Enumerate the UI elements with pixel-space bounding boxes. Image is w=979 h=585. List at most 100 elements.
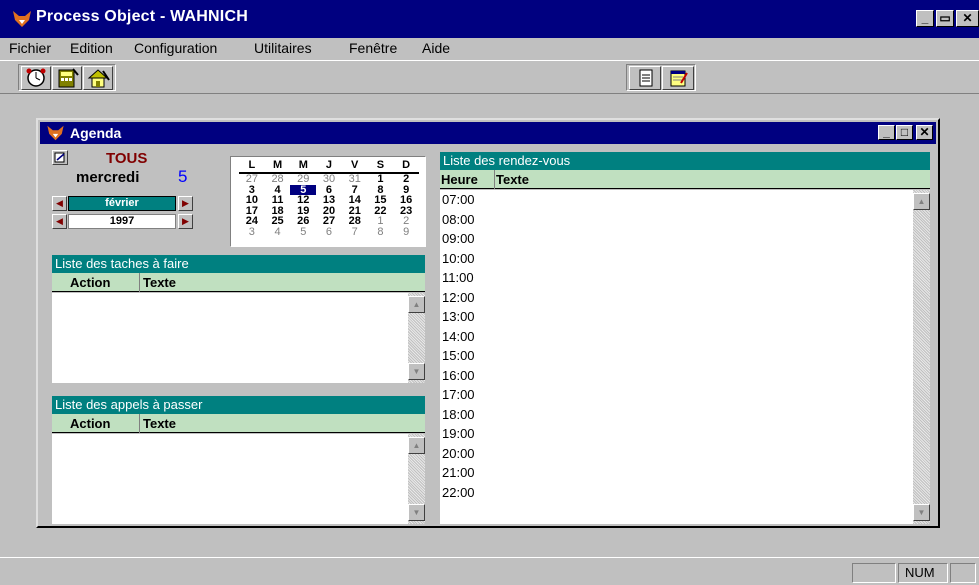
menu-utilitaires[interactable]: Utilitaires (254, 40, 312, 56)
scroll-down-arrow-icon[interactable]: ▼ (408, 504, 425, 521)
agenda-maximize-button[interactable]: □ (896, 125, 913, 140)
appointment-hour-row[interactable]: 17:00 (442, 385, 475, 404)
appointment-hour-row[interactable]: 07:00 (442, 190, 475, 209)
agenda-title: Agenda (70, 125, 122, 141)
calendar-day[interactable]: 8 (368, 226, 394, 238)
calendar-day[interactable]: 2 (393, 216, 419, 227)
menu-fenetre[interactable]: Fenêtre (349, 40, 397, 56)
calendar-day[interactable]: 28 (342, 216, 368, 227)
edit-icon (54, 152, 65, 163)
tasks-list[interactable]: ▲ ▼ (52, 293, 425, 383)
appointment-hour-row[interactable]: 12:00 (442, 288, 475, 307)
appointment-hour-row[interactable]: 16:00 (442, 366, 475, 385)
calendar-day[interactable]: 24 (239, 216, 265, 227)
appointment-hour-row[interactable]: 18:00 (442, 405, 475, 424)
appointment-hour-row[interactable]: 20:00 (442, 444, 475, 463)
calendar-day[interactable]: 12 (290, 195, 316, 206)
calendar-day[interactable]: 14 (342, 195, 368, 206)
calendar-day[interactable]: 25 (265, 216, 291, 227)
calendar-day[interactable]: 4 (265, 226, 291, 238)
edit-filter-button[interactable] (52, 150, 68, 165)
calendar-day[interactable]: 6 (316, 226, 342, 238)
notepad-icon[interactable] (662, 66, 694, 90)
appointment-hour-row[interactable]: 13:00 (442, 307, 475, 326)
calendar-day[interactable]: 27 (316, 216, 342, 227)
next-month-button[interactable]: ▶ (178, 196, 193, 211)
tasks-col-text[interactable]: Texte (143, 273, 176, 292)
calendar-day[interactable]: 15 (368, 195, 394, 206)
calls-scrollbar[interactable]: ▲ ▼ (408, 434, 425, 524)
prev-month-button[interactable]: ◀ (52, 196, 67, 211)
appointment-hour-row[interactable]: 21:00 (442, 463, 475, 482)
status-num-indicator: NUM (898, 563, 948, 583)
appointment-hour-row[interactable]: 09:00 (442, 229, 475, 248)
calendar-day[interactable]: 9 (393, 226, 419, 238)
calls-list[interactable]: ▲ ▼ (52, 434, 425, 524)
tasks-scrollbar[interactable]: ▲ ▼ (408, 293, 425, 383)
appointments-scrollbar[interactable]: ▲ ▼ (913, 190, 930, 524)
month-field[interactable]: février (68, 196, 176, 211)
appointments-col-text[interactable]: Texte (496, 170, 529, 189)
appointment-hour-row[interactable]: 14:00 (442, 327, 475, 346)
calendar-day[interactable]: 1 (368, 174, 394, 185)
restore-button[interactable]: ▭ (936, 10, 954, 27)
appointment-hour-row[interactable]: 22:00 (442, 483, 475, 502)
calendar-day[interactable]: 13 (316, 195, 342, 206)
calendar-day[interactable]: 28 (265, 174, 291, 185)
main-title-bar[interactable]: Process Object - WAHNICH _ ▭ ✕ (0, 0, 979, 38)
scroll-up-arrow-icon[interactable]: ▲ (408, 437, 425, 454)
calendar-weekday-header: L (239, 159, 265, 174)
agenda-title-bar[interactable]: Agenda _ □ ✕ (40, 122, 936, 144)
calendar-day[interactable]: 31 (342, 174, 368, 185)
calculator-icon[interactable] (52, 66, 82, 90)
calendar-day[interactable]: 1 (368, 216, 394, 227)
calendar-day[interactable]: 10 (239, 195, 265, 206)
scroll-down-arrow-icon[interactable]: ▼ (913, 504, 930, 521)
calendar-weekday-header: S (367, 159, 394, 174)
appointment-hour-row[interactable]: 15:00 (442, 346, 475, 365)
menu-aide[interactable]: Aide (422, 40, 450, 56)
calendar-day[interactable]: 30 (316, 174, 342, 185)
fox-icon (13, 11, 31, 27)
next-year-button[interactable]: ▶ (178, 214, 193, 229)
appointments-list[interactable]: ▲ ▼ 07:00 08:00 09:00 10:00 11:00 12:00 13:00 1… (440, 190, 930, 524)
appointment-hour-row[interactable]: 10:00 (442, 249, 475, 268)
calendar-day[interactable]: 16 (393, 195, 419, 206)
scroll-down-arrow-icon[interactable]: ▼ (408, 363, 425, 380)
weekday-label: mercredi (76, 169, 140, 186)
close-button[interactable]: ✕ (956, 10, 979, 27)
appointment-hour-row[interactable]: 19:00 (442, 424, 475, 443)
tasks-col-action[interactable]: Action (70, 273, 110, 292)
calls-col-text[interactable]: Texte (143, 414, 176, 433)
appointment-hour-row[interactable]: 08:00 (442, 210, 475, 229)
minimize-button[interactable]: _ (916, 10, 934, 27)
scroll-up-arrow-icon[interactable]: ▲ (408, 296, 425, 313)
status-pane-empty (852, 563, 896, 583)
house-edit-icon[interactable] (83, 66, 113, 90)
menu-fichier[interactable]: Fichier (9, 40, 51, 56)
calendar-day[interactable]: 29 (290, 174, 316, 185)
scroll-up-arrow-icon[interactable]: ▲ (913, 193, 930, 210)
agenda-window: Agenda _ □ ✕ TOUS mercredi 5 ◀ février ▶… (36, 118, 940, 528)
calendar-day[interactable]: 2 (393, 174, 419, 185)
appointment-hour-row[interactable]: 11:00 (442, 268, 474, 287)
calendar-day[interactable]: 7 (342, 226, 368, 238)
filter-label[interactable]: TOUS (106, 150, 147, 167)
menu-configuration[interactable]: Configuration (134, 40, 217, 56)
document-icon[interactable] (629, 66, 661, 90)
appointments-col-hour[interactable]: Heure (441, 170, 478, 189)
calls-col-action[interactable]: Action (70, 414, 110, 433)
calendar-day[interactable]: 5 (290, 226, 316, 238)
calendar-day[interactable]: 11 (265, 195, 291, 206)
calendar-day[interactable]: 3 (239, 226, 265, 238)
mini-calendar: L M M J V S D 27 28 29 30 31 1 2 3 4 5 6 7 8 9 10 11 12 13 14 15 16… (230, 156, 426, 247)
prev-year-button[interactable]: ◀ (52, 214, 67, 229)
calendar-day[interactable]: 26 (290, 216, 316, 227)
tasks-panel: Liste des taches à faire Action Texte ▲ … (52, 255, 425, 383)
agenda-minimize-button[interactable]: _ (878, 125, 895, 140)
agenda-close-button[interactable]: ✕ (916, 125, 933, 140)
menu-edition[interactable]: Edition (70, 40, 113, 56)
clock-icon[interactable] (21, 66, 51, 90)
year-field[interactable]: 1997 (68, 214, 176, 229)
calendar-day[interactable]: 27 (239, 174, 265, 185)
